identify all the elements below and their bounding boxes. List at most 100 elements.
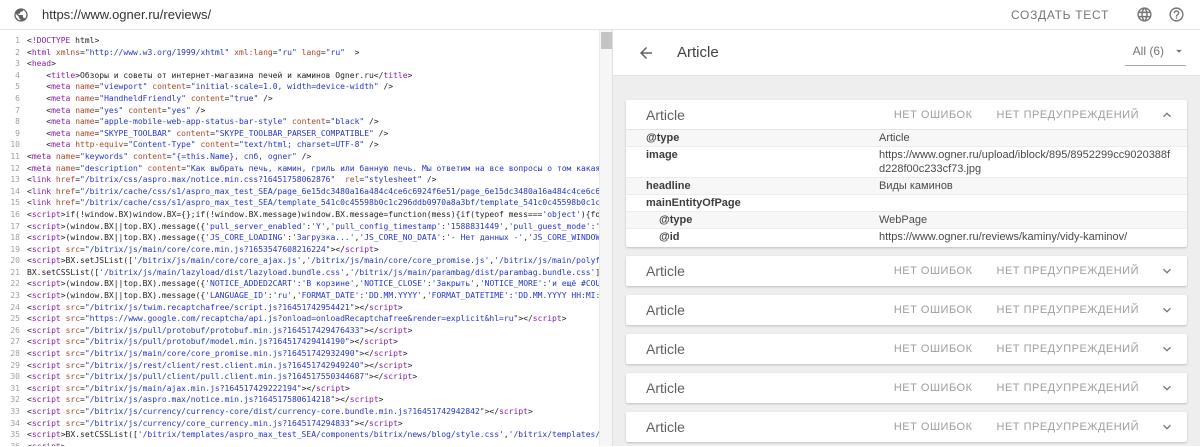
line-number: 35 bbox=[0, 429, 27, 441]
line-number: 26 bbox=[0, 325, 27, 337]
line-number: 18 bbox=[0, 232, 27, 244]
results-body: Article НЕТ ОШИБОК НЕТ ПРЕДУПРЕЖДЕНИЙ @t… bbox=[613, 76, 1200, 446]
article-card-header[interactable]: Article НЕТ ОШИБОК НЕТ ПРЕДУПРЕЖДЕНИЙ bbox=[626, 373, 1187, 403]
code-scrollbar-thumb[interactable] bbox=[601, 32, 612, 49]
line-number: 31 bbox=[0, 383, 27, 395]
property-rows: @typeArticleimagehttps://www.ogner.ru/up… bbox=[626, 130, 1187, 247]
chevron-up-icon[interactable] bbox=[1159, 107, 1175, 123]
no-warnings-badge: НЕТ ПРЕДУПРЕЖДЕНИЙ bbox=[997, 382, 1139, 394]
article-card-header[interactable]: ArticleНЕТ ОШИБОКНЕТ ПРЕДУПРЕЖДЕНИЙ bbox=[626, 412, 1187, 442]
code-line: 16<script>if(!window.BX)window.BX={};if(… bbox=[0, 209, 599, 221]
line-number: 30 bbox=[0, 371, 27, 383]
line-number: 21 bbox=[0, 267, 27, 279]
property-value: https://www.ogner.ru/reviews/kaminy/vidy… bbox=[879, 230, 1187, 244]
card-title: Article bbox=[646, 419, 685, 435]
line-number: 5 bbox=[0, 81, 27, 93]
chevron-down-icon[interactable] bbox=[1159, 302, 1175, 318]
no-warnings-badge: НЕТ ПРЕДУПРЕЖДЕНИЙ bbox=[997, 343, 1139, 355]
code-line: 13<link href="/bitrix/css/aspro.max/noti… bbox=[0, 174, 599, 186]
code-line: 29<script src="/bitrix/js/rest/client/re… bbox=[0, 360, 599, 372]
line-number: 10 bbox=[0, 139, 27, 151]
card-title: Article bbox=[646, 302, 685, 318]
property-value: https://www.ogner.ru/upload/iblock/895/8… bbox=[879, 148, 1187, 176]
code-line: 6 <meta name="HandheldFriendly" content=… bbox=[0, 93, 599, 105]
article-card-collapsed: ArticleНЕТ ОШИБОКНЕТ ПРЕДУПРЕЖДЕНИЙ bbox=[626, 256, 1187, 286]
property-row: headlineВиды каминов bbox=[626, 177, 1187, 194]
property-row: mainEntityOfPage bbox=[626, 194, 1187, 211]
back-arrow-icon[interactable] bbox=[637, 44, 655, 62]
no-warnings-badge: НЕТ ПРЕДУПРЕЖДЕНИЙ bbox=[997, 265, 1139, 277]
code-line: 28<script src="/bitrix/js/main/core/core… bbox=[0, 348, 599, 360]
code-line: 11<meta name="keywords" content="{=this.… bbox=[0, 151, 599, 163]
line-number: 14 bbox=[0, 186, 27, 198]
results-panel: Article All (6) Article НЕТ ОШИБОК НЕТ П… bbox=[612, 30, 1200, 446]
source-code-panel[interactable]: 1<!DOCTYPE html>2<html xmlns="http://www… bbox=[0, 30, 612, 446]
no-warnings-badge: НЕТ ПРЕДУПРЕЖДЕНИЙ bbox=[997, 109, 1139, 121]
results-filter-value: All (6) bbox=[1133, 44, 1164, 58]
help-icon[interactable] bbox=[1168, 6, 1185, 23]
code-line: 34<script src="/bitrix/js/currency/core_… bbox=[0, 418, 599, 430]
article-card-header[interactable]: Article НЕТ ОШИБОК НЕТ ПРЕДУПРЕЖДЕНИЙ bbox=[626, 100, 1187, 130]
line-number: 16 bbox=[0, 209, 27, 221]
line-number: 33 bbox=[0, 406, 27, 418]
code-line: 12<meta name="description" content="Как … bbox=[0, 163, 599, 175]
chevron-down-icon[interactable] bbox=[1159, 419, 1175, 435]
no-errors-badge: НЕТ ОШИБОК bbox=[894, 109, 973, 121]
line-number: 27 bbox=[0, 336, 27, 348]
property-name: @id bbox=[626, 230, 879, 244]
code-line: 19<script src="/bitrix/js/main/core/core… bbox=[0, 244, 599, 256]
code-line: 22<script>(window.BX||top.BX).message({'… bbox=[0, 278, 599, 290]
code-line: 36<script> bbox=[0, 441, 599, 446]
code-line: 5 <meta name="viewport" content="initial… bbox=[0, 81, 599, 93]
chevron-down-icon[interactable] bbox=[1159, 380, 1175, 396]
line-number: 15 bbox=[0, 197, 27, 209]
line-number: 20 bbox=[0, 255, 27, 267]
code-line: 3<head> bbox=[0, 58, 599, 70]
code-line: 26<script src="/bitrix/js/pull/protobuf/… bbox=[0, 325, 599, 337]
create-test-button[interactable]: СОЗДАТЬ ТЕСТ bbox=[1011, 8, 1109, 22]
line-number: 22 bbox=[0, 278, 27, 290]
property-name: headline bbox=[626, 179, 879, 193]
line-number: 29 bbox=[0, 360, 27, 372]
line-number: 36 bbox=[0, 441, 27, 446]
property-name: @type bbox=[626, 213, 879, 227]
code-line: 32<script src="/bitrix/js/aspro.max/noti… bbox=[0, 394, 599, 406]
code-line: 1<!DOCTYPE html> bbox=[0, 35, 599, 47]
code-line: 4 <title>Обзоры и советы от интернет-маг… bbox=[0, 70, 599, 82]
article-card-header[interactable]: ArticleНЕТ ОШИБОКНЕТ ПРЕДУПРЕЖДЕНИЙ bbox=[626, 295, 1187, 325]
property-name: mainEntityOfPage bbox=[626, 196, 879, 210]
line-number: 8 bbox=[0, 116, 27, 128]
card-title: Article bbox=[646, 107, 685, 123]
line-number: 2 bbox=[0, 47, 27, 59]
chevron-down-icon[interactable] bbox=[1159, 263, 1175, 279]
line-number: 3 bbox=[0, 58, 27, 70]
code-line: 15<link href="/bitrix/cache/css/s1/aspro… bbox=[0, 197, 599, 209]
code-line: 10 <meta http-equiv="Content-Type" conte… bbox=[0, 139, 599, 151]
line-number: 13 bbox=[0, 174, 27, 186]
property-row: @typeArticle bbox=[626, 130, 1187, 146]
code-line: 27<script src="/bitrix/js/pull/protobuf/… bbox=[0, 336, 599, 348]
no-errors-badge: НЕТ ОШИБОК bbox=[894, 421, 973, 433]
results-filter-select[interactable]: All (6) bbox=[1125, 39, 1186, 66]
line-number: 19 bbox=[0, 244, 27, 256]
dropdown-caret-icon bbox=[1172, 44, 1186, 58]
code-scrollbar[interactable] bbox=[599, 30, 612, 446]
line-number: 11 bbox=[0, 151, 27, 163]
card-title: Article bbox=[646, 380, 685, 396]
property-row: @typeWebPage bbox=[626, 211, 1187, 228]
language-icon[interactable] bbox=[1136, 6, 1153, 23]
tested-url[interactable]: https://www.ogner.ru/reviews/ bbox=[42, 7, 211, 22]
line-number: 7 bbox=[0, 105, 27, 117]
line-number: 9 bbox=[0, 128, 27, 140]
chevron-down-icon[interactable] bbox=[1159, 341, 1175, 357]
property-value: Виды каминов bbox=[879, 179, 1187, 193]
article-card-header[interactable]: ArticleНЕТ ОШИБОКНЕТ ПРЕДУПРЕЖДЕНИЙ bbox=[626, 334, 1187, 364]
line-number: 12 bbox=[0, 163, 27, 175]
code-line: 33<script src="/bitrix/js/currency/curre… bbox=[0, 406, 599, 418]
no-errors-badge: НЕТ ОШИБОК bbox=[894, 382, 973, 394]
line-number: 25 bbox=[0, 313, 27, 325]
code-line: 25<script src="https://www.google.com/re… bbox=[0, 313, 599, 325]
article-card-header[interactable]: ArticleНЕТ ОШИБОКНЕТ ПРЕДУПРЕЖДЕНИЙ bbox=[626, 256, 1187, 286]
card-title: Article bbox=[646, 341, 685, 357]
article-card-expanded: Article НЕТ ОШИБОК НЕТ ПРЕДУПРЕЖДЕНИЙ @t… bbox=[626, 100, 1187, 247]
